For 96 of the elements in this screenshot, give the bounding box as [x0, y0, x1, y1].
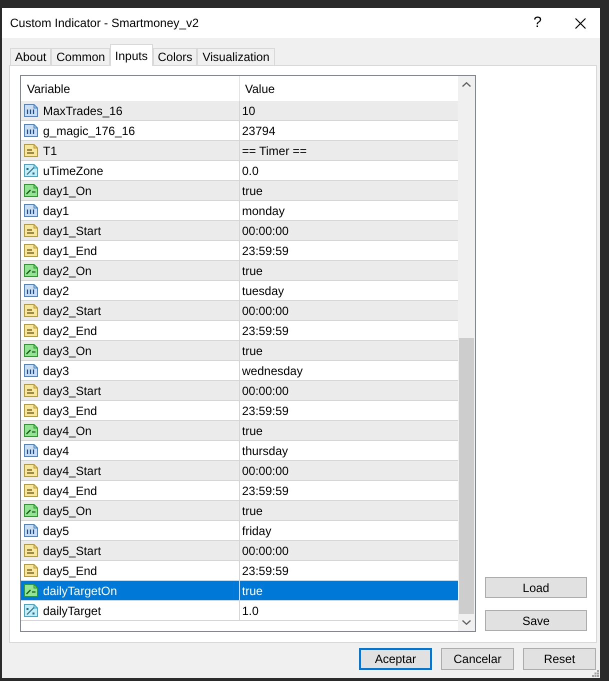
dialog-button[interactable]: Aceptar: [359, 648, 432, 670]
table-row[interactable]: day5_Start 00:00:00: [21, 541, 458, 561]
parameter-name: day3: [43, 362, 70, 380]
parameter-name: day5_On: [43, 502, 92, 520]
parameter-name: day4: [43, 442, 70, 460]
scrollbar-thumb[interactable]: [459, 338, 474, 614]
text-type-icon: [23, 543, 39, 558]
parameter-name: g_magic_176_16: [43, 122, 136, 140]
boolean-type-icon: [23, 583, 39, 598]
table-row[interactable]: day4 thursday: [21, 441, 458, 461]
table-row[interactable]: dailyTarget 1.0: [21, 601, 458, 621]
parameter-name: day2_On: [43, 262, 92, 280]
dialog-button[interactable]: Cancelar: [441, 648, 514, 670]
window-title: Custom Indicator - Smartmoney_v2: [9, 15, 199, 32]
table-row[interactable]: day4_End 23:59:59: [21, 481, 458, 501]
fraction-type-icon: [23, 603, 39, 618]
number-type-icon: [23, 203, 39, 218]
tab[interactable]: Visualization: [197, 48, 275, 65]
tab[interactable]: About: [10, 48, 52, 65]
parameter-name: day1_On: [43, 182, 92, 200]
help-button[interactable]: ?: [515, 8, 560, 38]
boolean-type-icon: [23, 503, 39, 518]
table-row[interactable]: day2 tuesday: [21, 281, 458, 301]
text-type-icon: [23, 383, 39, 398]
text-type-icon: [23, 563, 39, 578]
parameter-name: day5_Start: [43, 542, 102, 560]
number-type-icon: [23, 443, 39, 458]
parameter-name: day1: [43, 202, 70, 220]
boolean-type-icon: [23, 343, 39, 358]
parameter-name: day5_End: [43, 562, 98, 580]
text-type-icon: [23, 243, 39, 258]
chevron-up-icon: [462, 82, 471, 87]
parameter-name: day3_On: [43, 342, 92, 360]
table-row[interactable]: day4_Start 00:00:00: [21, 461, 458, 481]
table-row[interactable]: day4_On true: [21, 421, 458, 441]
parameter-name: day4_End: [43, 482, 98, 500]
table-row[interactable]: uTimeZone 0.0: [21, 161, 458, 181]
table-row[interactable]: day1_On true: [21, 181, 458, 201]
number-type-icon: [23, 283, 39, 298]
tab[interactable]: Common: [51, 48, 110, 65]
table-row[interactable]: day1_Start 00:00:00: [21, 221, 458, 241]
table-row[interactable]: day1_End 23:59:59: [21, 241, 458, 261]
table-row[interactable]: day3_Start 00:00:00: [21, 381, 458, 401]
parameter-name: day2_Start: [43, 302, 102, 320]
text-type-icon: [23, 403, 39, 418]
parameter-name: day3_Start: [43, 382, 102, 400]
table-row[interactable]: day3_End 23:59:59: [21, 401, 458, 421]
table-row[interactable]: day2_End 23:59:59: [21, 321, 458, 341]
text-type-icon: [23, 143, 39, 158]
table-row[interactable]: MaxTrades_16 10: [21, 101, 458, 121]
close-icon: [574, 18, 586, 28]
parameter-name: day1_End: [43, 242, 98, 260]
table-row[interactable]: day3_On true: [21, 341, 458, 361]
parameter-name: MaxTrades_16: [43, 102, 123, 120]
table-row[interactable]: T1 == Timer ==: [21, 141, 458, 161]
number-type-icon: [23, 363, 39, 378]
parameter-name: day2: [43, 282, 70, 300]
number-type-icon: [23, 523, 39, 538]
dialog-button[interactable]: Reset: [523, 648, 596, 670]
text-type-icon: [23, 303, 39, 318]
table-row[interactable]: day3 wednesday: [21, 361, 458, 381]
boolean-type-icon: [23, 263, 39, 278]
parameter-name: day2_End: [43, 322, 98, 340]
parameter-name: T1: [43, 142, 58, 160]
table-row[interactable]: day5_End 23:59:59: [21, 561, 458, 581]
boolean-type-icon: [23, 183, 39, 198]
tab[interactable]: Inputs: [110, 44, 153, 66]
table-row[interactable]: day5 friday: [21, 521, 458, 541]
tab[interactable]: Colors: [152, 48, 198, 65]
table-row[interactable]: day2_On true: [21, 261, 458, 281]
parameter-name: day5: [43, 522, 70, 540]
parameter-name: uTimeZone: [43, 162, 104, 180]
table-row[interactable]: g_magic_176_16 23794: [21, 121, 458, 141]
text-type-icon: [23, 323, 39, 338]
column-header[interactable]: Variable: [21, 76, 239, 101]
side-button[interactable]: Save: [485, 610, 587, 631]
chevron-down-icon: [462, 620, 471, 625]
text-type-icon: [23, 223, 39, 238]
table-row[interactable]: day1 monday: [21, 201, 458, 221]
boolean-type-icon: [23, 423, 39, 438]
fraction-type-icon: [23, 163, 39, 178]
parameter-name: day1_Start: [43, 222, 102, 240]
parameter-name: dailyTarget: [43, 602, 102, 620]
number-type-icon: [23, 103, 39, 118]
table-row[interactable]: dailyTargetOn true: [21, 581, 458, 601]
parameter-name: day3_End: [43, 402, 98, 420]
text-type-icon: [23, 463, 39, 478]
table-row[interactable]: day5_On true: [21, 501, 458, 521]
table-row[interactable]: day2_Start 00:00:00: [21, 301, 458, 321]
resize-grip-icon[interactable]: [592, 670, 599, 677]
number-type-icon: [23, 123, 39, 138]
parameter-name: day4_On: [43, 422, 92, 440]
side-button[interactable]: Load: [485, 577, 587, 598]
text-type-icon: [23, 483, 39, 498]
parameter-name: dailyTargetOn: [43, 582, 118, 600]
parameter-name: day4_Start: [43, 462, 102, 480]
